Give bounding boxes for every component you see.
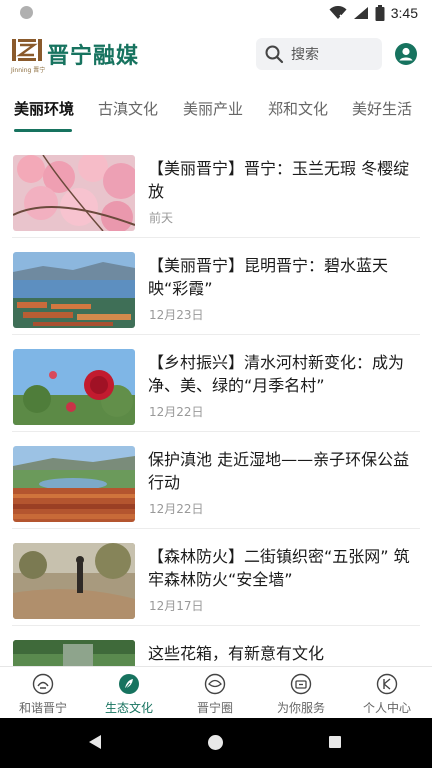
nav-jinning-quan[interactable]: 晋宁圈 xyxy=(172,667,258,719)
list-item[interactable]: 【美丽晋宁】昆明晋宁：碧水蓝天映“彩霞” 12月23日 xyxy=(0,237,432,334)
nav-hexie-jinning[interactable]: 和谐晋宁 xyxy=(0,667,86,719)
article-title: 【美丽晋宁】昆明晋宁：碧水蓝天映“彩霞” xyxy=(148,256,389,298)
article-date: 前天 xyxy=(149,211,174,225)
tab-meili-huanjing[interactable]: 美丽环境 xyxy=(14,98,74,119)
status-icons: 3:45 xyxy=(329,4,418,22)
recents-icon[interactable] xyxy=(329,736,341,748)
article-title: 这些花箱，有新意有文化 xyxy=(148,644,325,663)
article-thumbnail xyxy=(13,446,135,522)
article-thumbnail xyxy=(13,640,135,666)
nav-weini-fuwu[interactable]: 为你服务 xyxy=(258,667,344,719)
article-thumbnail xyxy=(13,349,135,425)
nav-label: 个人中心 xyxy=(362,701,411,715)
list-item[interactable]: 这些花箱，有新意有文化 xyxy=(0,625,432,666)
signal-icon xyxy=(353,7,368,19)
tab-zhenghe-wenhua[interactable]: 郑和文化 xyxy=(268,98,328,119)
tab-meihao-shenghuo[interactable]: 美好生活 xyxy=(352,98,412,119)
bottom-navigation: 和谐晋宁 生态文化 晋宁圈 为你服务 个人中心 xyxy=(0,666,432,718)
article-date: 12月22日 xyxy=(149,502,204,516)
list-item[interactable]: 【乡村振兴】清水河村新变化：成为净、美、绿的“月季名村” 12月22日 xyxy=(0,334,432,431)
nav-label: 和谐晋宁 xyxy=(18,701,67,715)
article-date: 12月23日 xyxy=(149,308,204,322)
active-tab-indicator xyxy=(14,129,72,132)
nav-label: 为你服务 xyxy=(276,701,325,715)
article-date: 12月17日 xyxy=(149,599,204,613)
search-icon xyxy=(265,45,284,64)
nav-geren-zhongxin[interactable]: 个人中心 xyxy=(344,667,430,719)
nav-shengtai-wenhua[interactable]: 生态文化 xyxy=(86,667,172,719)
list-item[interactable]: 保护滇池 走近湿地——亲子环保公益行动 12月22日 xyxy=(0,431,432,528)
search-placeholder: 搜索 xyxy=(291,47,319,63)
ecology-icon xyxy=(119,674,139,694)
home-icon[interactable] xyxy=(208,735,223,750)
list-item[interactable]: 【森林防火】二街镇织密“五张网” 筑牢森林防火“安全墙” 12月17日 xyxy=(0,528,432,625)
app-logo-title: 晋宁融媒 xyxy=(47,44,140,69)
harmony-icon xyxy=(32,673,54,695)
article-thumbnail xyxy=(13,155,135,231)
search-input[interactable]: 搜索 xyxy=(256,38,382,70)
category-tabs: 美丽环境 古滇文化 美丽产业 郑和文化 美好生活 xyxy=(0,92,432,134)
wifi-icon xyxy=(329,6,347,20)
article-thumbnail xyxy=(13,252,135,328)
article-date: 12月22日 xyxy=(149,405,204,419)
list-item[interactable]: 【美丽晋宁】晋宁：玉兰无瑕 冬樱绽放 前天 xyxy=(0,140,432,237)
profile-icon xyxy=(376,673,398,695)
logo-mark-icon xyxy=(12,39,42,61)
logo-subtext: Jinning 晋宁 xyxy=(11,67,46,74)
article-title: 保护滇池 走近湿地——亲子环保公益行动 xyxy=(148,450,410,492)
status-bar: 3:45 xyxy=(0,0,432,26)
service-icon xyxy=(290,673,312,695)
nav-label: 生态文化 xyxy=(104,701,153,715)
circle-icon xyxy=(204,673,226,695)
article-list: 【美丽晋宁】晋宁：玉兰无瑕 冬樱绽放 前天 【美丽晋宁】昆明晋宁：碧水蓝天映“彩… xyxy=(0,140,432,666)
notification-dot-icon xyxy=(20,6,33,19)
tab-gudian-wenhua[interactable]: 古滇文化 xyxy=(98,98,158,119)
tab-meili-chanye[interactable]: 美丽产业 xyxy=(183,98,243,119)
nav-label: 晋宁圈 xyxy=(196,701,233,715)
app-header: Jinning 晋宁 晋宁融媒 搜索 xyxy=(0,30,432,78)
battery-icon xyxy=(375,5,385,21)
article-thumbnail xyxy=(13,543,135,619)
profile-avatar-icon[interactable] xyxy=(394,42,418,66)
system-navigation-bar xyxy=(0,718,432,768)
article-title: 【乡村振兴】清水河村新变化：成为净、美、绿的“月季名村” xyxy=(148,353,405,395)
article-title: 【森林防火】二街镇织密“五张网” 筑牢森林防火“安全墙” xyxy=(148,547,410,589)
article-title: 【美丽晋宁】晋宁：玉兰无瑕 冬樱绽放 xyxy=(148,159,410,201)
status-time: 3:45 xyxy=(390,5,418,21)
back-icon[interactable] xyxy=(88,734,102,750)
